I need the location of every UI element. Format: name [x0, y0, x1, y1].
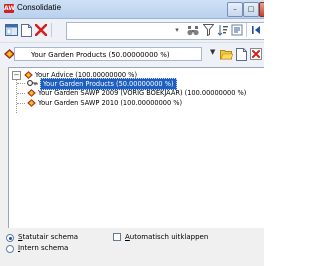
- open-folder-icon[interactable]: [219, 47, 233, 61]
- tree-item-label: Your Garden SAWP 2010 (100.00000000 %): [38, 99, 183, 107]
- window-title: Consolidatie: [17, 3, 62, 12]
- intern-schema-radio[interactable]: [6, 245, 14, 253]
- consolidation-tree[interactable]: − Your Advice (100.00000000 %) Your Gard…: [8, 67, 264, 229]
- tree-connector: [17, 103, 25, 105]
- new-document-icon[interactable]: [19, 23, 33, 37]
- settings-list-icon[interactable]: [230, 23, 244, 37]
- title-bar[interactable]: AW Consolidatie – □ ✕: [0, 0, 264, 19]
- tree-item-label: Your Garden SAWP 2009 (VORIG BOEKJAAR) (…: [38, 89, 247, 97]
- maximize-button[interactable]: □: [243, 2, 259, 17]
- view-icon[interactable]: [4, 23, 18, 37]
- auto-expand-label[interactable]: Automatisch uitklappen: [125, 233, 208, 241]
- chevron-down-icon[interactable]: ▼: [210, 48, 215, 56]
- intern-schema-label[interactable]: Intern schema: [18, 244, 68, 252]
- first-page-icon[interactable]: [249, 23, 263, 37]
- toolbar-separator: [51, 23, 52, 37]
- delete-icon[interactable]: [34, 23, 48, 37]
- delete-icon[interactable]: [249, 47, 263, 61]
- sort-icon[interactable]: [216, 23, 230, 37]
- tree-connector: [17, 93, 25, 95]
- tree-connector: [17, 83, 25, 85]
- chevron-down-icon[interactable]: ▾: [171, 23, 183, 37]
- close-button[interactable]: ✕: [259, 2, 264, 17]
- minimize-button[interactable]: –: [227, 2, 243, 17]
- options-panel: Statutair schema Automatisch uitklappen …: [0, 228, 264, 266]
- binoculars-icon[interactable]: [186, 23, 200, 37]
- auto-expand-checkbox[interactable]: [113, 233, 121, 241]
- filter-funnel-icon[interactable]: [201, 23, 215, 37]
- statutair-schema-radio[interactable]: [6, 234, 14, 242]
- entity-select[interactable]: Your Garden Products (50.00000000 %): [14, 47, 202, 61]
- collapse-icon[interactable]: −: [12, 71, 21, 80]
- new-document-icon[interactable]: [234, 47, 248, 61]
- consolidatie-window: AW Consolidatie – □ ✕ ▾: [0, 0, 264, 266]
- app-logo-icon: AW: [4, 4, 15, 13]
- toolbar-entity: Your Garden Products (50.00000000 %) ▼: [0, 42, 264, 67]
- toolbar-separator: [246, 23, 247, 37]
- toolbar-top: ▾: [0, 19, 264, 41]
- entity-diamond-icon: [27, 99, 36, 110]
- statutair-schema-label[interactable]: Statutair schema: [18, 233, 78, 241]
